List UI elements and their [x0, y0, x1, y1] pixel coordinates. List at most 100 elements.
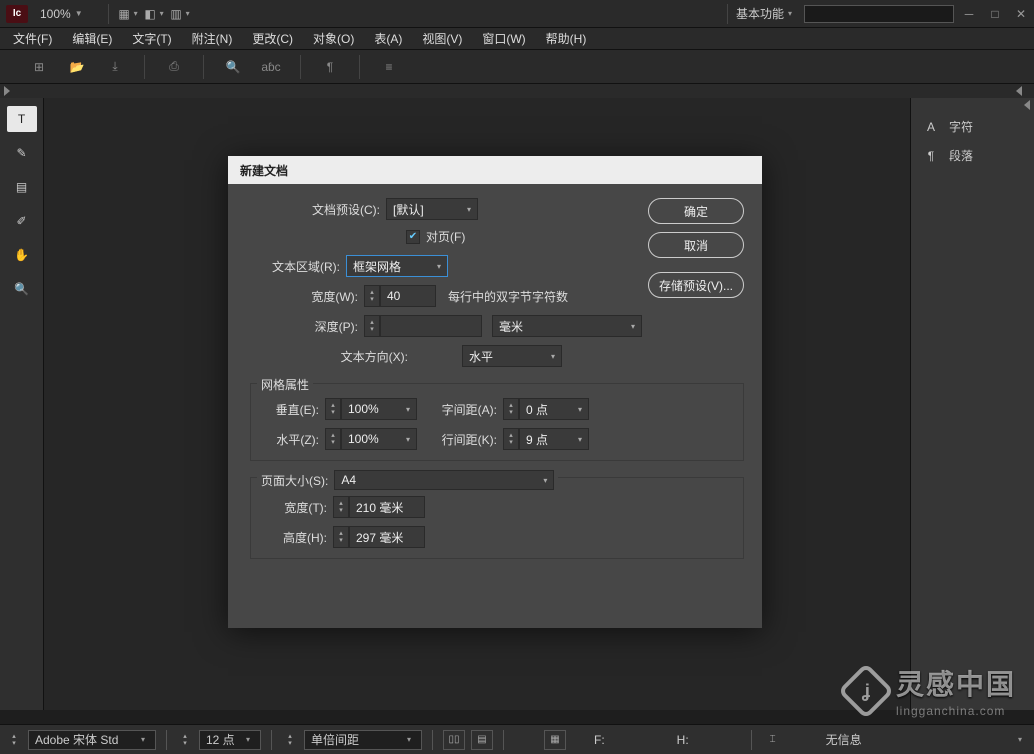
- menu-notes[interactable]: 附注(N): [189, 28, 236, 49]
- textarea-combo[interactable]: 框架网格▾: [346, 255, 448, 277]
- page-width-input[interactable]: 210 毫米: [349, 496, 425, 518]
- panel-paragraph[interactable]: ¶段落: [911, 141, 1034, 170]
- textarea-label: 文本区域(R):: [250, 258, 340, 275]
- save-icon[interactable]: ⤓: [106, 58, 124, 76]
- zoom-level[interactable]: 100%▼: [40, 5, 94, 23]
- chevron-down-icon: ▾: [543, 476, 547, 485]
- maximize-icon[interactable]: □: [988, 7, 1002, 21]
- minimize-icon[interactable]: ─: [962, 7, 976, 21]
- charspace-combo[interactable]: 0 点▾: [519, 398, 589, 420]
- vertical-combo[interactable]: 100%▾: [341, 398, 417, 420]
- width-label: 宽度(W):: [268, 288, 358, 305]
- ok-button[interactable]: 确定: [648, 198, 744, 224]
- vertical-value: 100%: [348, 402, 379, 416]
- direction-label: 文本方向(X):: [268, 348, 408, 365]
- panel-character[interactable]: A 字符: [911, 112, 1034, 141]
- page-height-input[interactable]: 297 毫米: [349, 526, 425, 548]
- menu-window[interactable]: 窗口(W): [479, 28, 528, 49]
- charspace-stepper[interactable]: ▴▾: [503, 398, 519, 420]
- layout-tool-icon[interactable]: ▥▾: [171, 3, 193, 25]
- chevron-down-icon: ▾: [631, 322, 635, 331]
- menu-text[interactable]: 文字(T): [129, 28, 174, 49]
- menu-edit[interactable]: 编辑(E): [69, 28, 115, 49]
- menu-table[interactable]: 表(A): [371, 28, 405, 49]
- control-bar: ▴▾ Adobe 宋体 Std▾ ▴▾ 12 点▾ ▴▾ 单倍间距▾ ▯▯ ▤ …: [0, 724, 1034, 754]
- search-input[interactable]: [804, 5, 954, 23]
- linespace-combo[interactable]: 9 点▾: [519, 428, 589, 450]
- page-height-stepper[interactable]: ▴▾: [333, 526, 349, 548]
- menu-object[interactable]: 对象(O): [310, 28, 357, 49]
- depth-stepper[interactable]: ▴▾: [364, 315, 380, 337]
- linespace-stepper[interactable]: ▴▾: [503, 428, 519, 450]
- depth-unit-combo[interactable]: 毫米▾: [492, 315, 642, 337]
- zoom-tool-icon[interactable]: 🔍: [7, 276, 37, 302]
- facing-pages-checkbox[interactable]: ✔: [406, 230, 420, 244]
- open-icon[interactable]: 📂: [68, 58, 86, 76]
- collapse-icon[interactable]: [1024, 100, 1030, 110]
- grid-section-label: 网格属性: [257, 376, 313, 393]
- layout-icon-2[interactable]: ▤: [471, 730, 493, 750]
- note-tool-icon[interactable]: ✎: [7, 140, 37, 166]
- page-size-section: 页面大小(S): A4▾ 宽度(T): ▴▾ 210 毫米 高度(H): ▴▾ …: [250, 477, 744, 559]
- close-icon[interactable]: ✕: [1014, 7, 1028, 21]
- width-input[interactable]: 40: [380, 285, 436, 307]
- watermark-domain: lingganchina: [896, 704, 975, 718]
- depth-input[interactable]: [380, 315, 482, 337]
- new-icon[interactable]: ⊞: [30, 58, 48, 76]
- swatch-icon[interactable]: ▦: [544, 730, 566, 750]
- fill-tool-icon[interactable]: ◧▾: [145, 3, 167, 25]
- leading-stepper[interactable]: ▴▾: [282, 730, 298, 750]
- info-icon[interactable]: ⌶: [762, 730, 784, 750]
- eyedropper-icon[interactable]: ✐: [7, 208, 37, 234]
- hand-tool-icon[interactable]: ✋: [7, 242, 37, 268]
- leading-combo[interactable]: 单倍间距▾: [304, 730, 422, 750]
- direction-combo[interactable]: 水平▾: [462, 345, 562, 367]
- app-badge: Ic: [6, 5, 28, 23]
- direction-value: 水平: [469, 348, 493, 365]
- menu-icon[interactable]: ≡: [380, 58, 398, 76]
- panel-character-label: 字符: [949, 118, 973, 135]
- chevron-down-icon: ▾: [141, 735, 145, 744]
- menu-help[interactable]: 帮助(H): [543, 28, 590, 49]
- font-size-combo[interactable]: 12 点▾: [199, 730, 261, 750]
- cancel-button[interactable]: 取消: [648, 232, 744, 258]
- font-family-combo[interactable]: Adobe 宋体 Std▾: [28, 730, 156, 750]
- type-tool-icon[interactable]: T: [7, 106, 37, 132]
- depth-label: 深度(P):: [268, 318, 358, 335]
- menu-view[interactable]: 视图(V): [419, 28, 465, 49]
- chevron-down-icon: ▾: [246, 735, 250, 744]
- search-icon[interactable]: 🔍: [224, 58, 242, 76]
- fontsize-stepper[interactable]: ▴▾: [177, 730, 193, 750]
- horizontal-stepper[interactable]: ▴▾: [325, 428, 341, 450]
- expand-right-icon[interactable]: [4, 86, 10, 96]
- width-stepper[interactable]: ▴▾: [364, 285, 380, 307]
- character-icon: A: [923, 120, 939, 134]
- layout-icon-1[interactable]: ▯▯: [443, 730, 465, 750]
- page-width-stepper[interactable]: ▴▾: [333, 496, 349, 518]
- chevron-down-icon[interactable]: ▾: [1018, 735, 1022, 744]
- print-icon[interactable]: ⎙: [165, 58, 183, 76]
- workspace-switcher[interactable]: 基本功能▾: [736, 5, 796, 22]
- vertical-stepper[interactable]: ▴▾: [325, 398, 341, 420]
- spellcheck-icon[interactable]: aɓc: [262, 58, 280, 76]
- menu-changes[interactable]: 更改(C): [249, 28, 296, 49]
- right-panel: A 字符 ¶段落: [910, 98, 1034, 710]
- font-stepper[interactable]: ▴▾: [6, 730, 22, 750]
- pilcrow-icon[interactable]: ¶: [321, 58, 339, 76]
- preset-combo[interactable]: [默认]▾: [386, 198, 478, 220]
- page-size-combo[interactable]: A4▾: [334, 470, 554, 490]
- workspace-label: 基本功能: [736, 5, 784, 22]
- page-tool-icon[interactable]: ▤: [7, 174, 37, 200]
- facing-label: 对页(F): [426, 228, 465, 245]
- grid-tool-icon[interactable]: ▦▾: [119, 3, 141, 25]
- save-preset-button[interactable]: 存储预设(V)...: [648, 272, 744, 298]
- leading-value: 单倍间距: [311, 731, 359, 748]
- chevron-down-icon: ▾: [578, 435, 582, 444]
- preset-value: [默认]: [393, 201, 424, 218]
- menu-file[interactable]: 文件(F): [10, 28, 55, 49]
- watermark-text: 灵感中国: [896, 663, 1016, 703]
- expand-left-icon[interactable]: [1016, 86, 1022, 96]
- paragraph-icon: ¶: [923, 149, 939, 163]
- dialog-title: 新建文档: [228, 156, 762, 184]
- horizontal-combo[interactable]: 100%▾: [341, 428, 417, 450]
